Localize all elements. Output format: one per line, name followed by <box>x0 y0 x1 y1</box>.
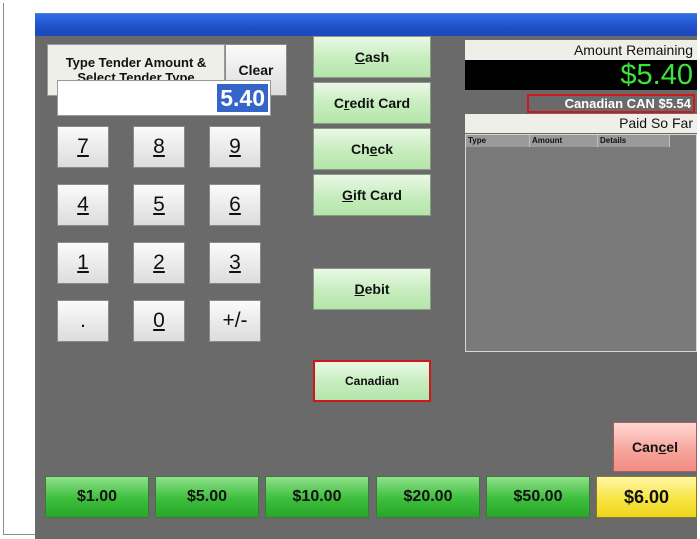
cancel-button[interactable]: Can c el <box>613 422 697 472</box>
tender-window: Type Tender Amount & Select Tender Type … <box>35 13 697 539</box>
key-0[interactable]: 0 <box>133 300 185 342</box>
key-3[interactable]: 3 <box>209 242 261 284</box>
credit-label-post: edit Card <box>349 95 411 111</box>
instruction-line-1: Type Tender Amount & <box>65 55 207 70</box>
quick-amount-50[interactable]: $50.00 <box>486 476 590 518</box>
cancel-label-post: el <box>666 439 678 455</box>
cash-button[interactable]: Cash <box>313 36 431 78</box>
amount-remaining-label: Amount Remaining <box>465 40 697 60</box>
debit-label-mnemonic: D <box>354 281 365 297</box>
key-1[interactable]: 1 <box>57 242 109 284</box>
title-bar <box>35 14 697 36</box>
check-label-pre: Ch <box>350 141 370 157</box>
column-header-amount[interactable]: Amount <box>530 135 598 147</box>
tender-amount-input[interactable]: 5.40 <box>57 80 271 116</box>
check-label-post: ck <box>377 141 394 157</box>
key-5[interactable]: 5 <box>133 184 185 226</box>
cash-label-post: ash <box>365 49 390 65</box>
gift-label-mnemonic: G <box>342 187 353 203</box>
key-decimal[interactable]: . <box>57 300 109 342</box>
cash-label-mnemonic: C <box>354 49 365 65</box>
amount-remaining-value: $5.40 <box>465 60 697 90</box>
key-9[interactable]: 9 <box>209 126 261 168</box>
gift-card-button[interactable]: Gift Card <box>313 174 431 216</box>
quick-amount-5[interactable]: $5.00 <box>155 476 259 518</box>
quick-amount-1[interactable]: $1.00 <box>45 476 149 518</box>
credit-label-pre: C <box>333 95 344 111</box>
cancel-label-pre: Can <box>632 439 659 455</box>
key-2[interactable]: 2 <box>133 242 185 284</box>
quick-amount-exact[interactable]: $6.00 <box>596 476 697 518</box>
key-plus-minus[interactable]: +/- <box>209 300 261 342</box>
canadian-amount-label: Canadian CAN $5.54 <box>527 94 695 113</box>
debit-label-post: ebit <box>364 281 390 297</box>
column-header-details[interactable]: Details <box>598 135 670 147</box>
paid-so-far-table[interactable]: Type Amount Details <box>465 134 697 352</box>
key-7[interactable]: 7 <box>57 126 109 168</box>
gift-label-post: ift Card <box>352 187 402 203</box>
check-button[interactable]: Ch e ck <box>313 128 431 170</box>
debit-button[interactable]: Debit <box>313 268 431 310</box>
key-4[interactable]: 4 <box>57 184 109 226</box>
quick-amount-10[interactable]: $10.00 <box>265 476 369 518</box>
cancel-label-mnemonic: c <box>658 439 667 455</box>
column-header-type[interactable]: Type <box>466 135 530 147</box>
check-label-mnemonic: e <box>369 141 378 157</box>
key-6[interactable]: 6 <box>209 184 261 226</box>
canadian-button[interactable]: Canadian <box>313 360 431 402</box>
table-header: Type Amount Details <box>466 135 696 147</box>
amount-selected-text: 5.40 <box>217 84 268 112</box>
credit-card-button[interactable]: Cr edit Card <box>313 82 431 124</box>
quick-amount-20[interactable]: $20.00 <box>376 476 480 518</box>
paid-so-far-label: Paid So Far <box>465 114 697 133</box>
key-8[interactable]: 8 <box>133 126 185 168</box>
